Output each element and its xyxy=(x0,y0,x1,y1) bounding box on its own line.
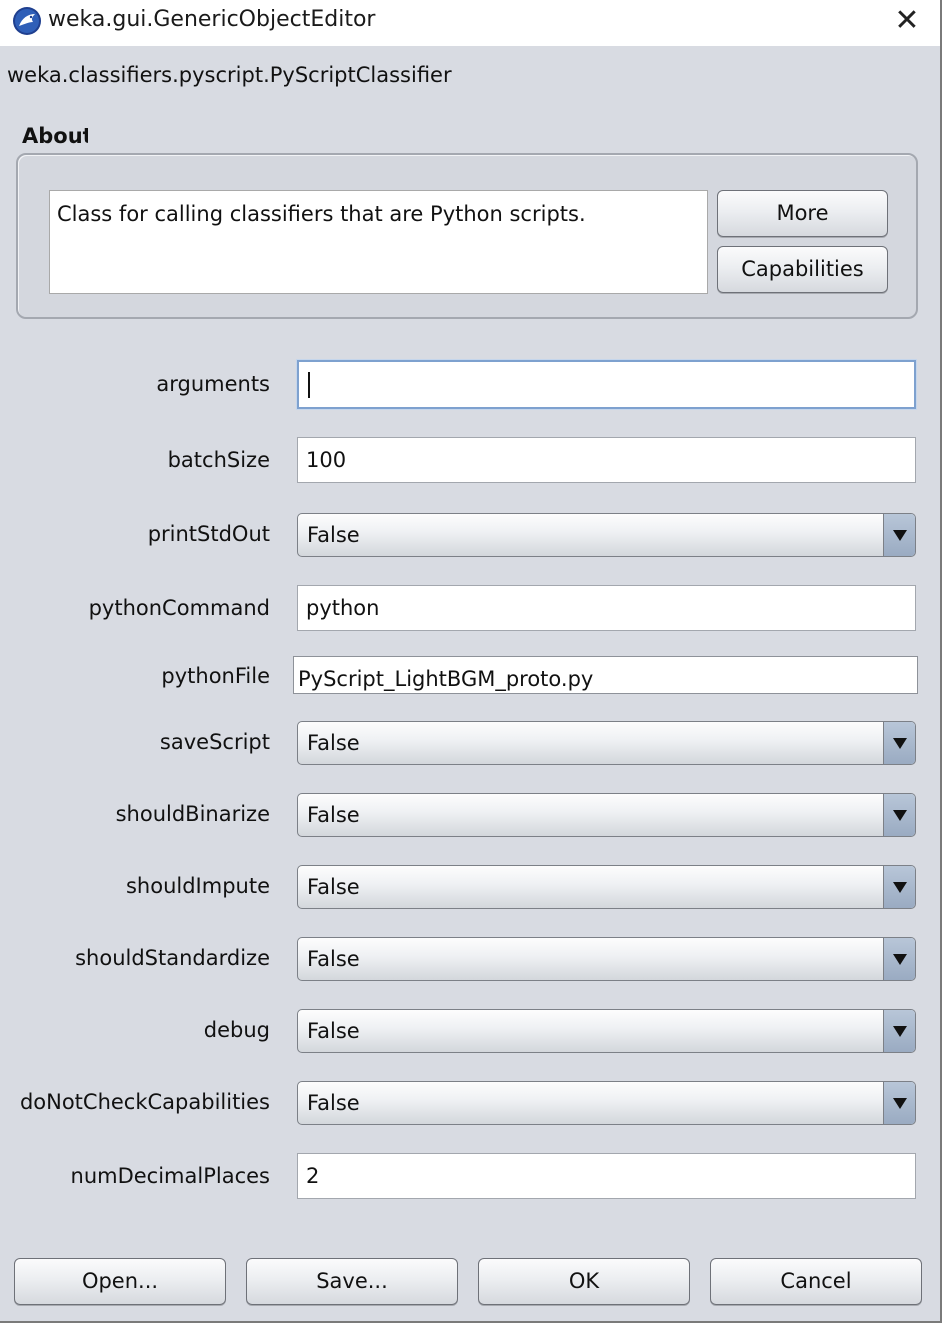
chevron-down-icon[interactable] xyxy=(883,514,915,556)
debug-label: debug xyxy=(203,1018,270,1042)
ok-button[interactable]: OK xyxy=(478,1258,690,1305)
cancel-button[interactable]: Cancel xyxy=(710,1258,922,1305)
chevron-down-icon[interactable] xyxy=(883,866,915,908)
classifier-class-name[interactable]: weka.classifiers.pyscript.PyScriptClassi… xyxy=(7,63,452,87)
more-button[interactable]: More xyxy=(717,190,888,237)
text-caret xyxy=(308,372,310,398)
chevron-down-icon[interactable] xyxy=(883,1082,915,1124)
about-description: Class for calling classifiers that are P… xyxy=(49,190,708,294)
shouldimpute-select[interactable]: False xyxy=(297,865,916,909)
save-button[interactable]: Save... xyxy=(246,1258,458,1305)
shouldbinarize-value: False xyxy=(307,803,360,827)
numdecimalplaces-input[interactable]: 2 xyxy=(297,1153,916,1199)
shouldimpute-label: shouldImpute xyxy=(125,874,270,898)
batchsize-input[interactable]: 100 xyxy=(297,437,916,483)
pythonfile-chooser[interactable]: PyScript_LightBGM_proto.py xyxy=(293,656,918,694)
capabilities-button[interactable]: Capabilities xyxy=(717,246,888,293)
shouldstandardize-value: False xyxy=(307,947,360,971)
pythoncommand-label: pythonCommand xyxy=(88,596,270,620)
printstdout-value: False xyxy=(307,523,360,547)
close-icon: ✕ xyxy=(894,3,920,38)
shouldstandardize-select[interactable]: False xyxy=(297,937,916,981)
shouldbinarize-label: shouldBinarize xyxy=(115,802,270,826)
shouldimpute-value: False xyxy=(307,875,360,899)
donotcheckcapabilities-label: doNotCheckCapabilities xyxy=(19,1090,270,1114)
weka-bird-icon xyxy=(13,7,41,35)
batchsize-label: batchSize xyxy=(167,448,270,472)
savescript-label: saveScript xyxy=(159,730,270,754)
about-section-title: About xyxy=(22,124,88,148)
arguments-input[interactable] xyxy=(297,360,916,409)
shouldbinarize-select[interactable]: False xyxy=(297,793,916,837)
debug-value: False xyxy=(307,1019,360,1043)
window-title: weka.gui.GenericObjectEditor xyxy=(48,7,376,32)
generic-object-editor-window: weka.gui.GenericObjectEditor ✕ weka.clas… xyxy=(0,0,942,1323)
savescript-value: False xyxy=(307,731,360,755)
numdecimalplaces-label: numDecimalPlaces xyxy=(70,1164,270,1188)
printstdout-label: printStdOut xyxy=(147,522,270,546)
chevron-down-icon[interactable] xyxy=(883,794,915,836)
close-window-button[interactable]: ✕ xyxy=(886,2,928,42)
open-button[interactable]: Open... xyxy=(14,1258,226,1305)
shouldstandardize-label: shouldStandardize xyxy=(75,946,270,970)
chevron-down-icon[interactable] xyxy=(883,1010,915,1052)
debug-select[interactable]: False xyxy=(297,1009,916,1053)
donotcheckcapabilities-select[interactable]: False xyxy=(297,1081,916,1125)
pythonfile-label: pythonFile xyxy=(161,664,270,688)
savescript-select[interactable]: False xyxy=(297,721,916,765)
pythoncommand-input[interactable]: python xyxy=(297,585,916,631)
chevron-down-icon[interactable] xyxy=(883,722,915,764)
chevron-down-icon[interactable] xyxy=(883,938,915,980)
arguments-label: arguments xyxy=(156,372,270,396)
printstdout-select[interactable]: False xyxy=(297,513,916,557)
donotcheckcapabilities-value: False xyxy=(307,1091,360,1115)
title-bar: weka.gui.GenericObjectEditor ✕ xyxy=(0,0,940,46)
